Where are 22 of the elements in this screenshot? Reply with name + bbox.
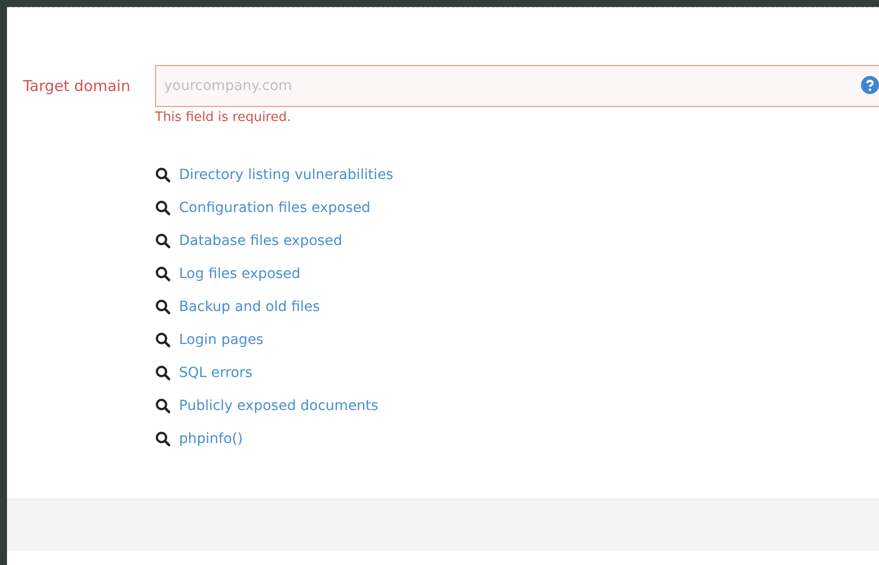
search-icon — [155, 365, 171, 381]
search-icon — [155, 233, 171, 249]
search-icon — [155, 431, 171, 447]
search-icon — [155, 398, 171, 414]
search-link[interactable]: Login pages — [179, 332, 264, 348]
search-link[interactable]: phpinfo() — [179, 431, 243, 447]
search-icon — [155, 299, 171, 315]
search-link[interactable]: Publicly exposed documents — [179, 398, 378, 414]
search-link[interactable]: SQL errors — [179, 365, 252, 381]
field-label: Target domain — [22, 76, 132, 97]
search-icon — [155, 200, 171, 216]
search-link[interactable]: Database files exposed — [179, 233, 342, 249]
search-icon — [155, 266, 171, 282]
help-icon[interactable] — [861, 76, 879, 94]
search-link[interactable]: Directory listing vulnerabilities — [179, 167, 394, 183]
search-icon — [155, 167, 171, 183]
search-link[interactable]: Backup and old files — [179, 299, 320, 315]
search-icon — [155, 332, 171, 348]
domain-input-field[interactable]: yourcompany.com — [155, 65, 879, 107]
error-message: This field is required. — [155, 110, 292, 125]
search-link[interactable]: Log files exposed — [179, 266, 300, 282]
search-link[interactable]: Configuration files exposed — [179, 200, 370, 216]
